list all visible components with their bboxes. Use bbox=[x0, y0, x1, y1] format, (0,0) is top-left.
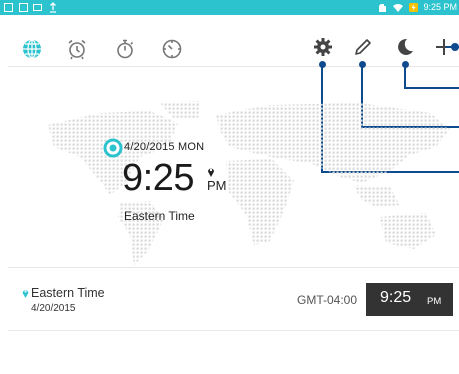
city-location-marker[interactable] bbox=[103, 138, 123, 158]
globe-icon[interactable] bbox=[20, 37, 44, 61]
city-date: 4/20/2015 bbox=[31, 303, 76, 314]
settings-gear-icon[interactable] bbox=[311, 35, 335, 59]
clock-zone: Eastern Time bbox=[124, 209, 195, 223]
image-icon bbox=[4, 3, 13, 12]
city-gmt-offset: GMT-04:00 bbox=[297, 293, 358, 307]
world-clock-screen: 9:25 PM 4/20/2015 MON 9:25 PM Eastern Ti… bbox=[0, 0, 459, 374]
battery-charging-icon bbox=[409, 3, 419, 12]
timer-icon[interactable] bbox=[160, 37, 184, 61]
map-divider bbox=[8, 267, 459, 268]
city-ampm: PM bbox=[427, 296, 442, 307]
night-mode-moon-icon[interactable] bbox=[393, 35, 417, 59]
clock-time: 9:25 bbox=[122, 157, 194, 199]
stopwatch-icon[interactable] bbox=[113, 37, 137, 61]
edit-pencil-icon[interactable] bbox=[351, 35, 375, 59]
quiet-hours-icon bbox=[379, 4, 387, 12]
calendar-icon bbox=[19, 3, 28, 12]
location-pin-icon bbox=[22, 290, 29, 298]
wifi-icon bbox=[393, 3, 404, 12]
mail-icon bbox=[33, 4, 42, 11]
alarm-clock-icon[interactable] bbox=[65, 37, 89, 61]
upload-icon bbox=[50, 2, 56, 13]
home-location-pin-icon bbox=[208, 168, 214, 177]
clock-ampm: PM bbox=[207, 178, 227, 193]
list-divider bbox=[8, 330, 459, 331]
city-time: 9:25 bbox=[380, 289, 412, 306]
clock-date: 4/20/2015 MON bbox=[124, 141, 205, 153]
world-map bbox=[48, 101, 450, 265]
toolbar-divider bbox=[8, 66, 459, 67]
city-name: Eastern Time bbox=[31, 286, 105, 300]
status-bar-time: 9:25 PM bbox=[423, 2, 457, 12]
status-bar: 9:25 PM bbox=[0, 0, 459, 15]
city-time-badge: 9:25 PM bbox=[366, 283, 453, 316]
list-item[interactable]: Eastern Time 4/20/2015 GMT-04:00 9:25 PM bbox=[0, 280, 459, 322]
